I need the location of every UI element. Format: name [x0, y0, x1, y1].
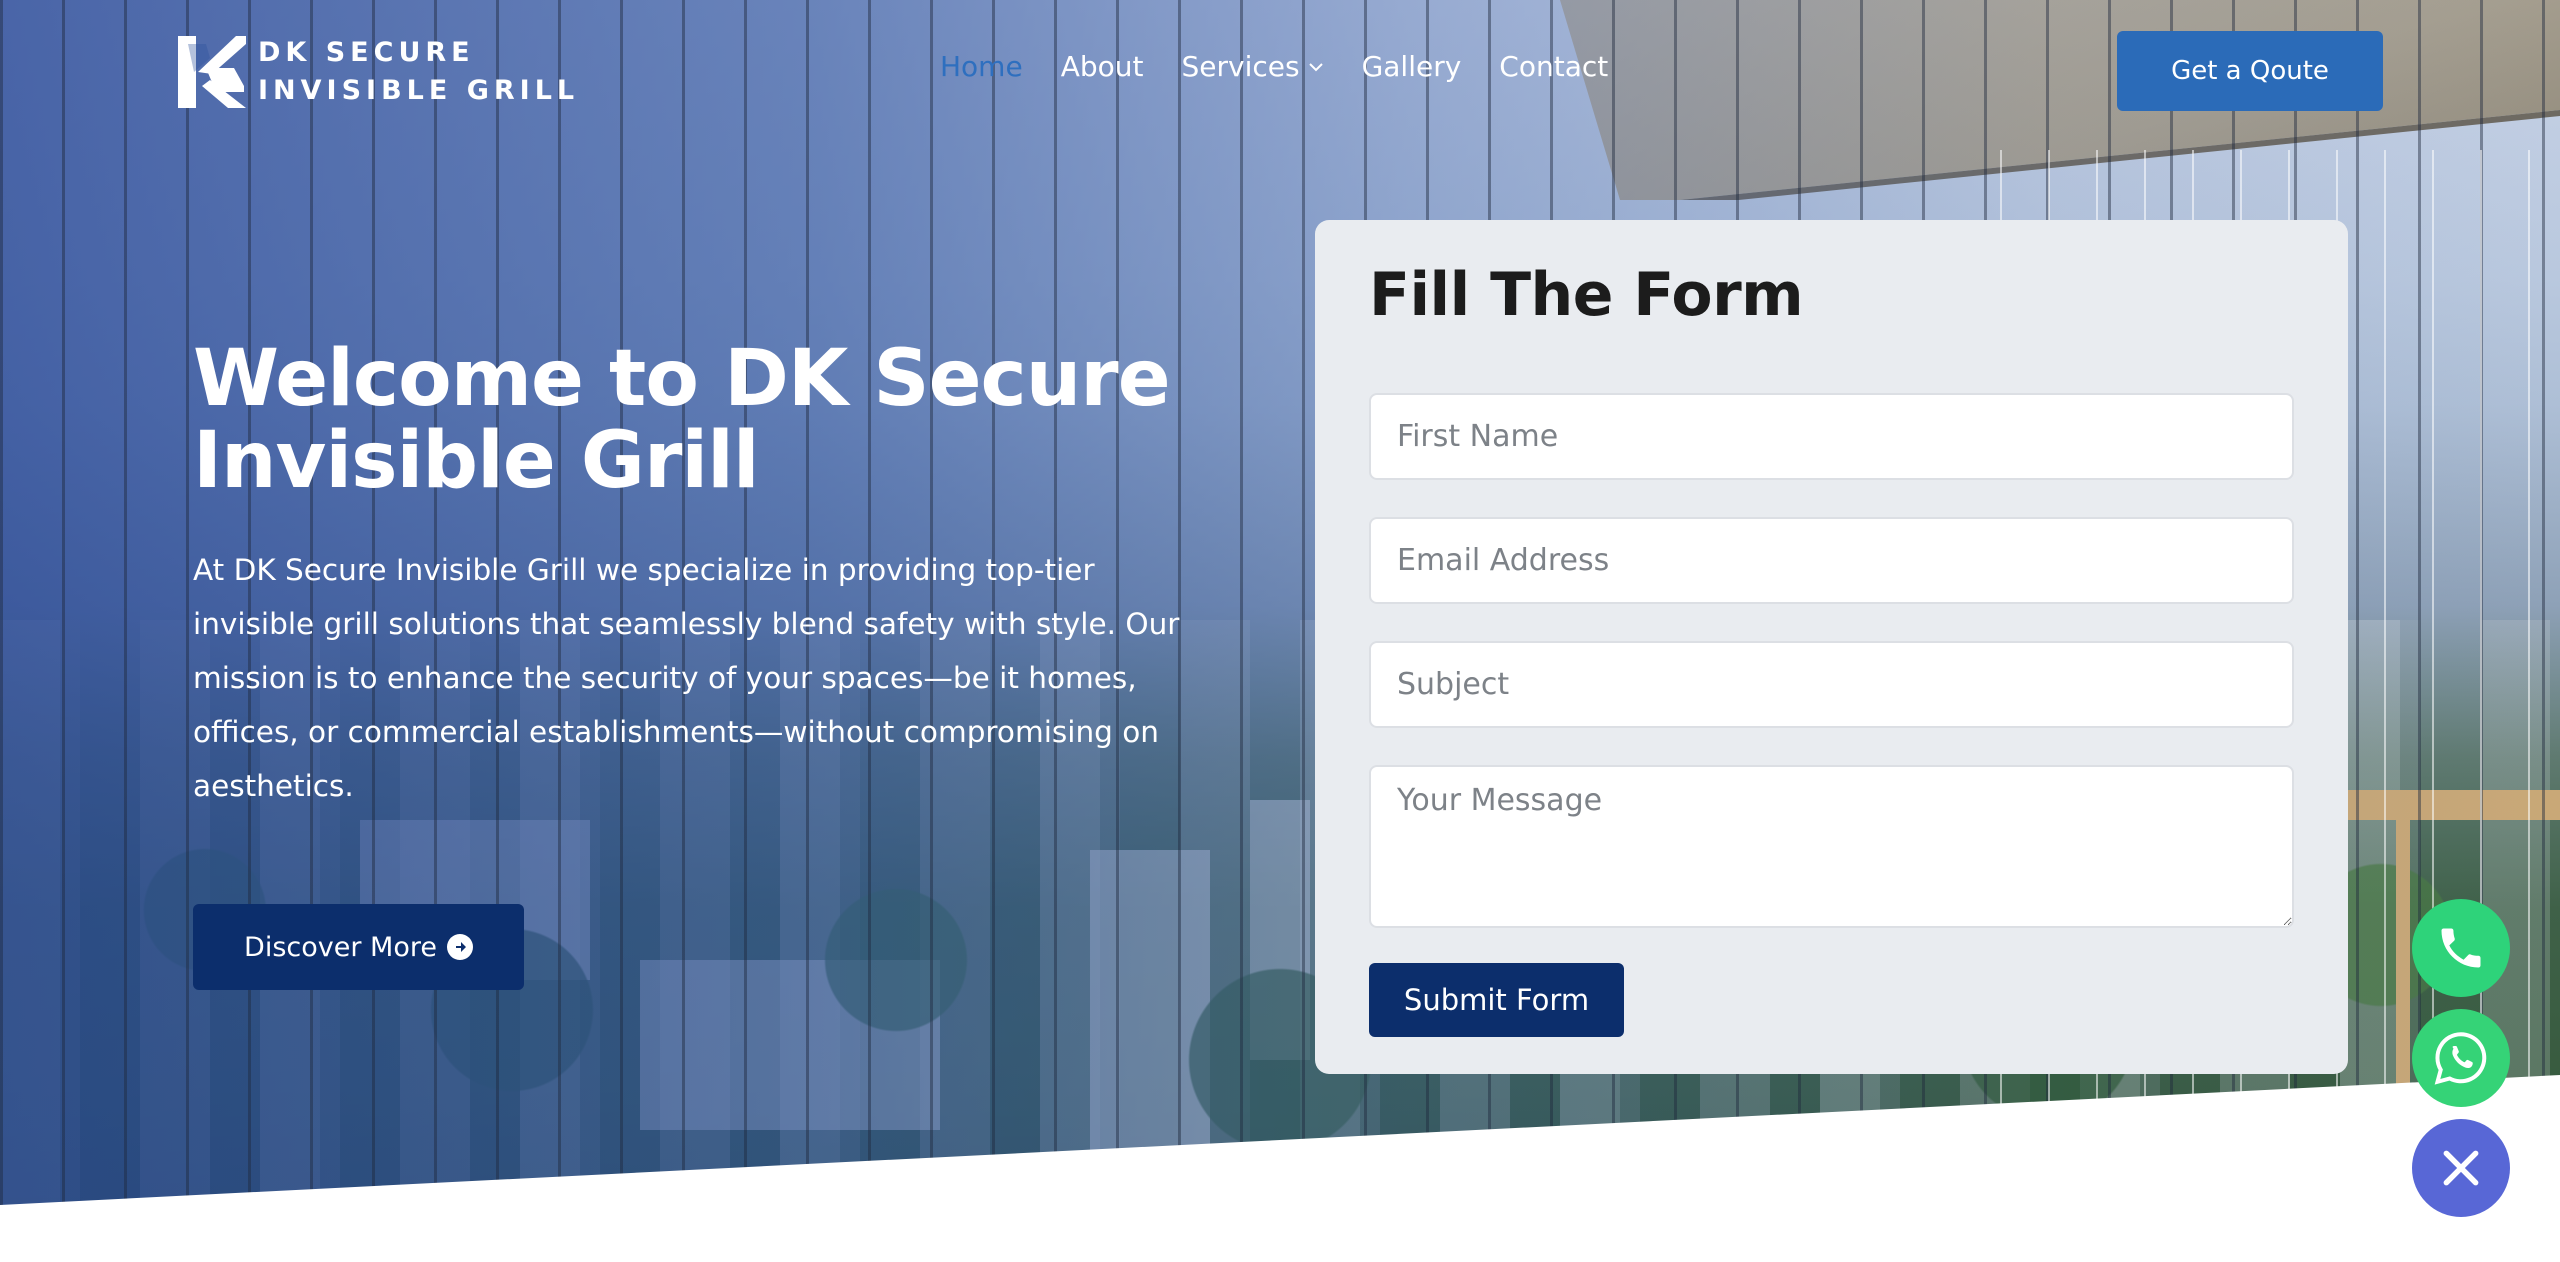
subject-field[interactable] [1369, 641, 2294, 728]
get-quote-button[interactable]: Get a Qoute [2117, 31, 2383, 111]
nav-gallery[interactable]: Gallery [1362, 50, 1462, 83]
logo-line-2: INVISIBLE GRILL [258, 75, 580, 106]
logo-mark-icon [178, 36, 246, 108]
nav-services-label: Services [1181, 50, 1300, 83]
message-field[interactable] [1369, 765, 2294, 928]
site-logo[interactable]: DK SECURE INVISIBLE GRILL [176, 34, 579, 110]
nav-services[interactable]: Services [1181, 50, 1323, 83]
nav-contact[interactable]: Contact [1499, 50, 1608, 83]
email-field[interactable] [1369, 517, 2294, 604]
chevron-down-icon [1308, 56, 1324, 77]
logo-line-1: DK SECURE [258, 37, 475, 68]
nav-home[interactable]: Home [940, 50, 1023, 83]
form-title: Fill The Form [1369, 260, 1804, 330]
phone-icon [2441, 928, 2481, 968]
contact-form-card: Fill The Form Submit Form [1315, 220, 2348, 1074]
main-nav: Home About Services Gallery Contact [940, 50, 1608, 83]
nav-about[interactable]: About [1061, 50, 1144, 83]
close-icon [2443, 1150, 2479, 1186]
first-name-field[interactable] [1369, 393, 2294, 480]
whatsapp-button[interactable] [2412, 1009, 2510, 1107]
arrow-right-circle-icon [446, 934, 473, 960]
hero-title: Welcome to DK Secure Invisible Grill [193, 334, 1171, 506]
hero-description: At DK Secure Invisible Grill we speciali… [193, 553, 1180, 803]
submit-form-button[interactable]: Submit Form [1369, 963, 1624, 1037]
whatsapp-icon [2434, 1032, 2487, 1085]
logo-text: DK SECURE INVISIBLE GRILL [258, 34, 579, 110]
call-button[interactable] [2412, 899, 2510, 997]
discover-more-button[interactable]: Discover More [193, 904, 524, 990]
discover-more-label: Discover More [244, 931, 437, 963]
close-floating-button[interactable] [2412, 1119, 2510, 1217]
